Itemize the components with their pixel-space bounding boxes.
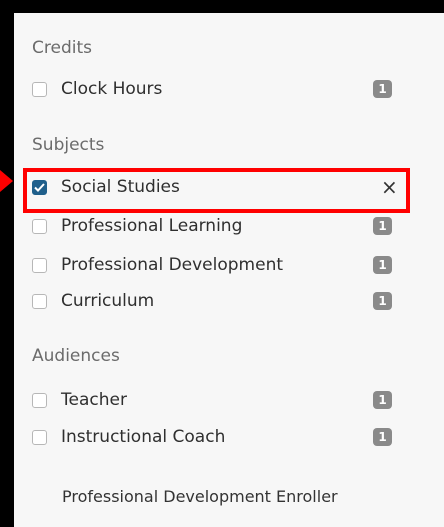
facet-clock-hours[interactable]: Clock Hours 1 xyxy=(32,76,402,102)
footer-app-name: Professional Development Enroller xyxy=(62,487,338,506)
instructional-coach-checkbox[interactable] xyxy=(32,429,47,445)
facet-label: Teacher xyxy=(61,390,127,410)
facet-count-badge: 1 xyxy=(373,80,392,98)
subjects-section-title: Subjects xyxy=(32,135,105,155)
credits-section-title: Credits xyxy=(32,38,92,58)
facet-label: Professional Development xyxy=(61,255,284,275)
facet-label: Professional Learning xyxy=(61,216,243,236)
filter-panel: Credits Clock Hours 1 Subjects Social St… xyxy=(14,13,444,527)
check-icon xyxy=(34,182,45,192)
facet-teacher[interactable]: Teacher 1 xyxy=(32,387,402,413)
curriculum-checkbox[interactable] xyxy=(32,293,47,309)
facet-professional-learning[interactable]: Professional Learning 1 xyxy=(32,213,402,239)
facet-count-badge: 1 xyxy=(373,292,392,310)
clock-hours-checkbox[interactable] xyxy=(32,81,47,97)
professional-development-checkbox[interactable] xyxy=(32,257,47,273)
facet-professional-development[interactable]: Professional Development 1 xyxy=(32,252,402,278)
professional-learning-checkbox[interactable] xyxy=(32,218,47,234)
social-studies-checkbox[interactable] xyxy=(32,179,47,195)
facet-count-badge: 1 xyxy=(373,256,392,274)
facet-count-badge: 1 xyxy=(373,391,392,409)
facet-label: Social Studies xyxy=(61,177,180,197)
audiences-section-title: Audiences xyxy=(32,346,120,366)
annotation-arrow-icon xyxy=(0,170,13,192)
facet-curriculum[interactable]: Curriculum 1 xyxy=(32,288,402,314)
facet-count-badge: 1 xyxy=(373,217,392,235)
teacher-checkbox[interactable] xyxy=(32,392,47,408)
facet-instructional-coach[interactable]: Instructional Coach 1 xyxy=(32,424,402,450)
facet-count-badge: 1 xyxy=(373,428,392,446)
facet-social-studies[interactable]: Social Studies × xyxy=(32,174,402,200)
facet-label: Instructional Coach xyxy=(61,427,226,447)
clear-filter-close-icon[interactable]: × xyxy=(381,177,398,197)
facet-label: Curriculum xyxy=(61,291,155,311)
facet-label: Clock Hours xyxy=(61,79,163,99)
